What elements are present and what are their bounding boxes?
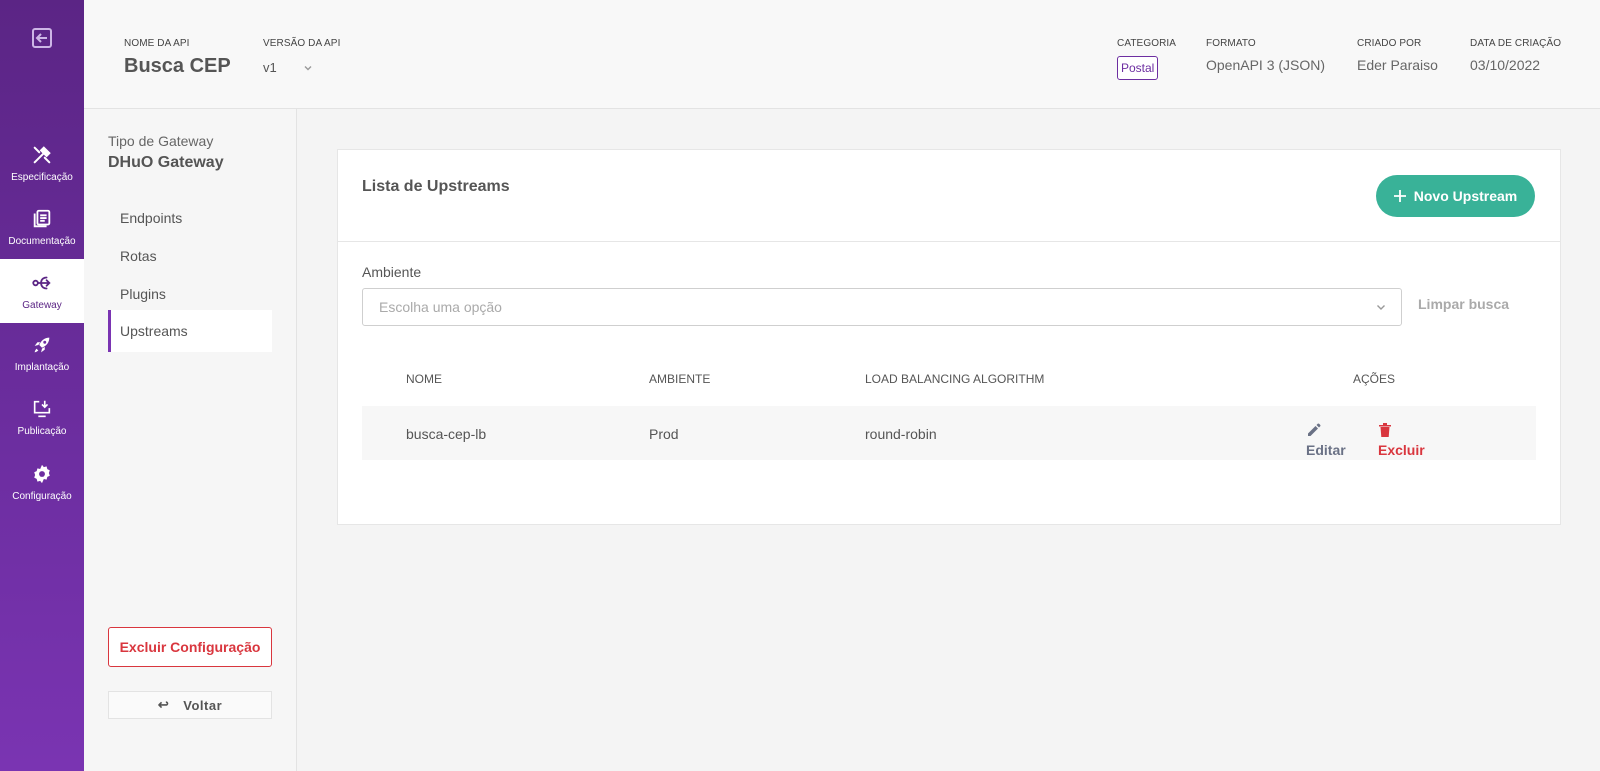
nav-gateway[interactable]: Gateway: [0, 259, 84, 323]
format-value: OpenAPI 3 (JSON): [1206, 57, 1326, 73]
created-at-value: 03/10/2022: [1470, 57, 1541, 73]
created-at-field: DATA DE CRIAÇÃO 03/10/2022: [1470, 38, 1561, 73]
environment-label: Ambiente: [362, 264, 422, 280]
created-by-value: Eder Paraiso: [1357, 57, 1438, 73]
delete-button[interactable]: Excluir: [1378, 422, 1425, 458]
back-button[interactable]: ↩ Voltar: [108, 691, 272, 719]
chevron-down-icon: [304, 65, 312, 70]
environment-placeholder: Escolha uma opção: [379, 299, 502, 315]
new-upstream-label: Novo Upstream: [1413, 188, 1518, 204]
created-at-label: DATA DE CRIAÇÃO: [1470, 38, 1562, 49]
cell-algorithm: round-robin: [865, 426, 937, 442]
pencil-icon: [1308, 423, 1321, 436]
api-version-field: VERSÃO DA API v1: [263, 38, 340, 75]
created-by-field: CRIADO POR Eder Paraiso: [1357, 38, 1438, 73]
chevron-down-icon: [1377, 305, 1385, 310]
nav-label: Configuração: [12, 490, 72, 502]
trash-icon: [1379, 423, 1391, 437]
edit-button[interactable]: Editar: [1306, 422, 1346, 458]
new-upstream-button[interactable]: Novo Upstream: [1376, 175, 1535, 217]
cell-env: Prod: [649, 426, 679, 442]
gateway-icon: [32, 276, 51, 289]
edit-label: Editar: [1306, 442, 1346, 458]
nav-especificacao[interactable]: Especificação: [0, 131, 84, 195]
version-select[interactable]: v1: [263, 60, 340, 75]
table-header: NOME AMBIENTE LOAD BALANCING ALGORITHM A…: [362, 372, 1536, 402]
book-icon: [33, 209, 51, 227]
created-by-label: CRIADO POR: [1357, 38, 1422, 49]
nav-label: Especificação: [11, 171, 73, 183]
category-label: CATEGORIA: [1117, 38, 1177, 49]
delete-label: Excluir: [1378, 442, 1425, 458]
nav-publicacao[interactable]: Publicação: [0, 385, 84, 449]
nav-implantacao[interactable]: Implantação: [0, 321, 84, 385]
format-label: FORMATO: [1206, 38, 1256, 49]
gear-icon: [34, 464, 50, 483]
col-acoes: AÇÕES: [1353, 372, 1396, 386]
api-name-field: NOME DA API Busca CEP: [124, 38, 231, 78]
delete-config-button[interactable]: Excluir Configuração: [108, 627, 272, 667]
menu-item-upstreams[interactable]: Upstreams: [108, 310, 272, 352]
api-name: Busca CEP: [124, 55, 231, 77]
gateway-type-name: DHuO Gateway: [108, 154, 224, 171]
version-value: v1: [263, 60, 277, 75]
nav-label: Documentação: [8, 235, 76, 247]
nav-label: Implantação: [14, 361, 70, 373]
menu-item-plugins[interactable]: Plugins: [108, 273, 272, 315]
category-field: CATEGORIA Postal: [1117, 38, 1176, 80]
page-title: Lista de Upstreams: [362, 178, 510, 195]
nav-label: Publicação: [17, 425, 67, 437]
gateway-sidebar: Tipo de Gateway DHuO Gateway Endpoints R…: [84, 109, 297, 771]
api-version-label: VERSÃO DA API: [263, 38, 341, 49]
api-header: NOME DA API Busca CEP VERSÃO DA API v1 C…: [84, 0, 1600, 109]
back-label: Voltar: [183, 697, 223, 713]
category-badge: Postal: [1117, 56, 1159, 80]
menu-item-endpoints[interactable]: Endpoints: [108, 197, 272, 239]
nav-configuracao[interactable]: Configuração: [0, 450, 84, 514]
menu-item-rotas[interactable]: Rotas: [108, 235, 272, 277]
api-name-label: NOME DA API: [124, 38, 190, 49]
clear-search-button[interactable]: Limpar busca: [1418, 296, 1509, 312]
card-header: Lista de Upstreams Novo Upstream: [338, 150, 1560, 242]
gateway-type-label: Tipo de Gateway: [108, 133, 214, 149]
col-algorithm: LOAD BALANCING ALGORITHM: [865, 372, 1045, 386]
environment-select[interactable]: Escolha uma opção: [362, 288, 1402, 326]
monitor-download-icon: [33, 400, 51, 417]
col-ambiente: AMBIENTE: [649, 372, 711, 386]
exit-icon[interactable]: [30, 26, 54, 50]
plus-icon: [1393, 190, 1406, 202]
nav-documentacao[interactable]: Documentação: [0, 195, 84, 259]
table-row: busca-cep-lb Prod round-robin Editar Exc…: [362, 406, 1536, 460]
nav-label: Gateway: [22, 299, 62, 311]
cell-name: busca-cep-lb: [406, 426, 487, 442]
upstreams-card: Lista de Upstreams Novo Upstream Ambient…: [337, 149, 1561, 525]
col-nome: NOME: [406, 372, 442, 386]
main-navigation: Especificação Documentação Gateway Impla…: [0, 0, 84, 771]
tools-icon: [33, 145, 51, 163]
format-field: FORMATO OpenAPI 3 (JSON): [1206, 38, 1325, 73]
rocket-icon: [34, 337, 50, 352]
return-arrow-icon: ↩: [157, 697, 170, 712]
